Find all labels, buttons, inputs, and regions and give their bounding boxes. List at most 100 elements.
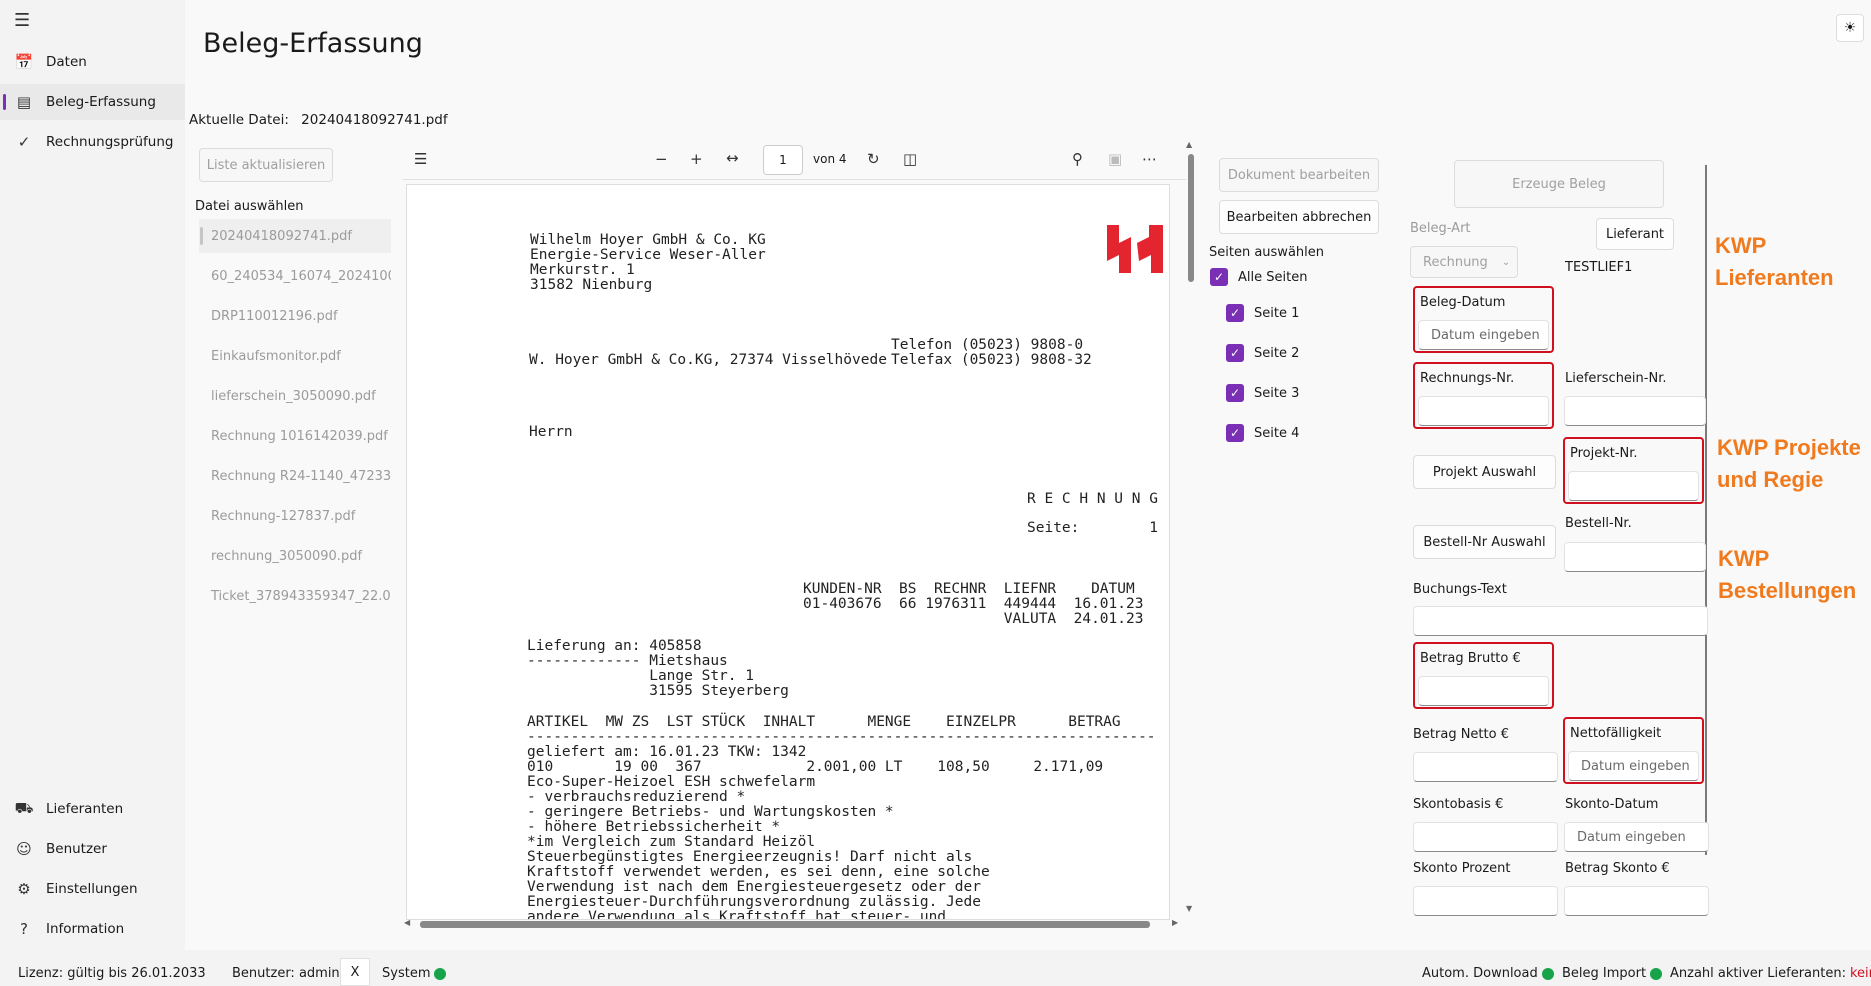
more-options-icon[interactable]: ⋯: [1142, 150, 1157, 168]
file-list-item[interactable]: rechnung_3050090.pdf: [199, 539, 391, 573]
zoom-in-icon[interactable]: +: [690, 150, 703, 168]
betrag-netto-label: Betrag Netto €: [1413, 727, 1509, 742]
file-list-item[interactable]: DRP110012196.pdf: [199, 299, 391, 333]
nav-label: Benutzer: [46, 841, 107, 857]
file-list-item[interactable]: Rechnung R24-1140_47233_: [199, 459, 391, 493]
lieferschein-nr-input[interactable]: [1564, 396, 1706, 426]
rotate-icon[interactable]: ↻: [867, 150, 880, 168]
supplier-button[interactable]: Lieferant: [1596, 218, 1674, 250]
document-type: R E C H N U N G: [1027, 491, 1158, 507]
annotation-kwp-lieferanten: KWP Lieferanten: [1715, 233, 1834, 290]
checkbox-label: Seite 2: [1254, 345, 1300, 361]
buchungs-text-input[interactable]: [1413, 606, 1708, 636]
nav-item-einstellungen[interactable]: ⚙ Einstellungen: [0, 871, 185, 907]
logout-button[interactable]: X: [340, 958, 370, 986]
beleg-datum-input[interactable]: Datum eingeben: [1418, 320, 1549, 350]
betrag-skonto-input[interactable]: [1564, 886, 1709, 916]
active-suppliers-value: keine: [1849, 966, 1871, 981]
delivery-address: Lieferung an: 405858 ------------- Miets…: [527, 638, 789, 699]
file-list-item[interactable]: Rechnung-127837.pdf: [199, 499, 391, 533]
file-list-item[interactable]: Rechnung 1016142039.pdf: [199, 419, 391, 453]
checkbox-label: Seite 1: [1254, 305, 1300, 321]
zoom-out-icon[interactable]: −: [655, 150, 668, 168]
status-ok-icon: [434, 967, 447, 980]
beleg-art-select[interactable]: Rechnung ⌄: [1410, 246, 1518, 278]
nav-item-information[interactable]: ? Information: [0, 911, 185, 947]
save-icon[interactable]: ▣: [1108, 150, 1122, 168]
nav-item-daten[interactable]: 📅 Daten: [0, 44, 185, 80]
create-document-button[interactable]: Erzeuge Beleg: [1454, 160, 1664, 208]
nav-label: Beleg-Erfassung: [46, 94, 156, 110]
checkbox-page-3[interactable]: ✓ Seite 3: [1226, 384, 1299, 402]
scanner-icon: ▤: [16, 93, 32, 111]
nav-item-beleg-erfassung[interactable]: ▤ Beleg-Erfassung: [0, 84, 185, 120]
active-suppliers-status: Anzahl aktiver Lieferanten: keine: [1670, 966, 1871, 981]
file-list-item[interactable]: lieferschein_3050090.pdf: [199, 379, 391, 413]
item-table-header: ARTIKEL MW ZS LST STÜCK INHALT MENGE EIN…: [527, 714, 1121, 730]
nav-label: Einstellungen: [46, 881, 138, 897]
item-table-body: ----------------------------------------…: [527, 729, 1156, 920]
file-list-item[interactable]: 20240418092741.pdf: [199, 219, 391, 253]
rechnungs-nr-label: Rechnungs-Nr.: [1420, 371, 1515, 386]
refresh-list-button[interactable]: Liste aktualisieren: [199, 148, 333, 182]
pdf-horizontal-scrollbar[interactable]: ◀ ▶: [404, 918, 1184, 930]
skonto-prozent-input[interactable]: [1413, 886, 1558, 916]
user-icon: ☺: [16, 840, 32, 858]
file-list-item[interactable]: Ticket_378943359347_22.04: [199, 579, 391, 613]
pdf-vertical-scrollbar[interactable]: ▲ ▼: [1186, 140, 1196, 918]
checkbox-checked-icon: ✓: [1226, 344, 1244, 362]
beleg-import-label: Beleg Import: [1562, 966, 1647, 981]
page-number-input[interactable]: 1: [763, 145, 803, 175]
cancel-edit-button[interactable]: Bearbeiten abbrechen: [1219, 200, 1379, 234]
file-list-item[interactable]: 60_240534_16074_20241002: [199, 259, 391, 293]
edit-document-button[interactable]: Dokument bearbeiten: [1219, 158, 1379, 192]
page-view-icon[interactable]: ◫: [903, 150, 917, 168]
checkbox-page-1[interactable]: ✓ Seite 1: [1226, 304, 1299, 322]
skontobasis-input[interactable]: [1413, 822, 1558, 852]
return-address: W. Hoyer GmbH & Co.KG, 27374 Visselhöved…: [529, 352, 887, 368]
phone-fax: Telefon (05023) 9808-0 Telefax (05023) 9…: [891, 337, 1092, 368]
bestell-nr-input[interactable]: [1564, 542, 1706, 572]
supplier-value: TESTLIEF1: [1565, 260, 1633, 275]
skonto-datum-label: Skonto-Datum: [1565, 797, 1659, 812]
hamburger-menu-icon[interactable]: ☰: [14, 10, 30, 31]
pdf-toolbar: ☰ − + ↔ 1 von 4 ↻ ◫ ⚲ ▣ ⋯: [402, 140, 1186, 180]
betrag-brutto-input[interactable]: [1418, 676, 1549, 706]
search-icon[interactable]: ⚲: [1072, 150, 1083, 168]
page-count: von 4: [813, 152, 847, 166]
question-icon: ?: [20, 920, 28, 938]
beleg-art-label: Beleg-Art: [1410, 221, 1471, 236]
hoyer-logo: [1107, 225, 1163, 273]
checkbox-page-2[interactable]: ✓ Seite 2: [1226, 344, 1299, 362]
order-select-button[interactable]: Bestell-Nr Auswahl: [1413, 525, 1556, 559]
checkbox-checked-icon: ✓: [1226, 424, 1244, 442]
checkbox-label: Seite 3: [1254, 385, 1300, 401]
status-ok-icon: [1650, 967, 1663, 980]
beleg-art-value: Rechnung: [1423, 254, 1488, 270]
rechnungs-nr-input[interactable]: [1418, 396, 1549, 426]
projekt-nr-input[interactable]: [1568, 471, 1699, 501]
page-title: Beleg-Erfassung: [203, 28, 423, 59]
current-file-row: Aktuelle Datei: 20240418092741.pdf: [189, 112, 448, 128]
fit-width-icon[interactable]: ↔: [726, 149, 739, 167]
salutation: Herrn: [529, 424, 573, 440]
nav-item-lieferanten[interactable]: ⛟ Lieferanten: [0, 791, 185, 827]
checkbox-all-pages[interactable]: ✓ Alle Seiten: [1210, 268, 1307, 286]
bestell-nr-label: Bestell-Nr.: [1565, 516, 1632, 531]
annotation-kwp-projekte: KWP Projekte und Regie: [1717, 435, 1861, 492]
skonto-datum-input[interactable]: Datum eingeben: [1564, 822, 1709, 852]
table-of-contents-icon[interactable]: ☰: [414, 150, 427, 168]
nettofaelligkeit-input[interactable]: Datum eingeben: [1568, 751, 1699, 781]
nav-item-rechnungspruefung[interactable]: ✓ Rechnungsprüfung: [0, 124, 185, 160]
checkbox-checked-icon: ✓: [1226, 384, 1244, 402]
theme-toggle-icon[interactable]: ☀: [1836, 14, 1864, 42]
betrag-netto-input[interactable]: [1413, 752, 1558, 782]
nav-label: Daten: [46, 54, 87, 70]
system-status: System: [382, 966, 447, 981]
nav-item-benutzer[interactable]: ☺ Benutzer: [0, 831, 185, 867]
nettofaelligkeit-label: Nettofälligkeit: [1570, 726, 1662, 741]
checkbox-label: Seite 4: [1254, 425, 1300, 441]
project-select-button[interactable]: Projekt Auswahl: [1413, 455, 1556, 489]
checkbox-page-4[interactable]: ✓ Seite 4: [1226, 424, 1299, 442]
file-list-item[interactable]: Einkaufsmonitor.pdf: [199, 339, 391, 373]
